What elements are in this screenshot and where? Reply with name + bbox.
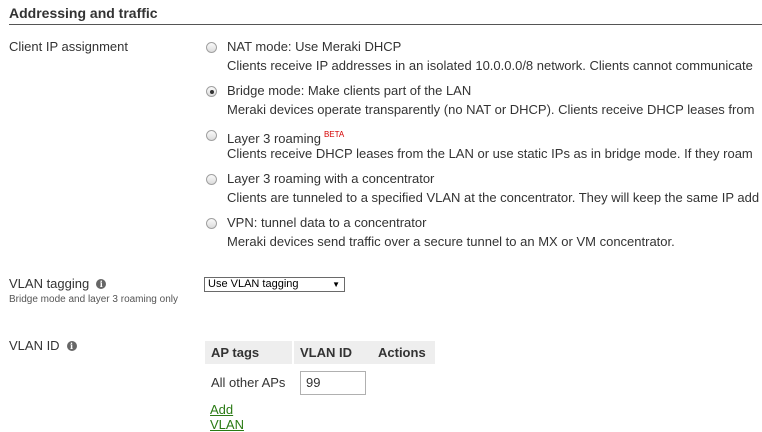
option-title: VPN: tunnel data to a concentrator — [227, 215, 427, 230]
vlan-id-label: VLAN ID i — [9, 338, 77, 353]
option-description: Clients receive DHCP leases from the LAN… — [227, 146, 753, 161]
column-header-vlan-id: VLAN ID — [294, 341, 373, 364]
vlan-tagging-sublabel: Bridge mode and layer 3 roaming only — [9, 294, 178, 305]
radio-nat-mode[interactable] — [206, 42, 217, 53]
beta-badge: BETA — [323, 130, 345, 139]
column-header-ap-tags: AP tags — [205, 341, 292, 364]
option-vpn-tunnel[interactable]: VPN: tunnel data to a concentrator Merak… — [206, 214, 762, 258]
option-description: Clients are tunneled to a specified VLAN… — [227, 190, 760, 205]
radio-layer3-roaming[interactable] — [206, 130, 217, 141]
radio-bridge-mode[interactable] — [206, 86, 217, 97]
option-title-text: Layer 3 roaming — [227, 131, 321, 146]
add-vlan-link[interactable]: Add VLAN — [210, 402, 244, 432]
client-ip-options: NAT mode: Use Meraki DHCP Clients receiv… — [206, 38, 762, 258]
radio-layer3-roaming-concentrator[interactable] — [206, 174, 217, 185]
option-title: Bridge mode: Make clients part of the LA… — [227, 83, 472, 98]
radio-vpn-tunnel[interactable] — [206, 218, 217, 229]
option-title: Layer 3 roaming with a concentrator — [227, 171, 435, 186]
vlan-tagging-label-text: VLAN tagging — [9, 276, 90, 291]
dropdown-arrow-icon: ▼ — [332, 280, 340, 289]
ap-tags-cell: All other APs — [211, 375, 286, 390]
section-header: Addressing and traffic — [9, 4, 762, 25]
option-description: Meraki devices operate transparently (no… — [227, 102, 755, 117]
vlan-tagging-label: VLAN tagging i — [9, 276, 107, 291]
vlan-id-input[interactable]: 99 — [300, 371, 366, 395]
option-layer3-roaming-concentrator[interactable]: Layer 3 roaming with a concentrator Clie… — [206, 170, 762, 214]
option-layer3-roaming[interactable]: Layer 3 roaming BETA Clients receive DHCP… — [206, 126, 762, 170]
info-icon[interactable]: i — [66, 341, 77, 351]
option-title: NAT mode: Use Meraki DHCP — [227, 39, 402, 54]
vlan-tagging-selected-value: Use VLAN tagging — [208, 278, 299, 290]
option-nat-mode[interactable]: NAT mode: Use Meraki DHCP Clients receiv… — [206, 38, 762, 82]
vlan-id-label-text: VLAN ID — [9, 338, 60, 353]
section-title: Addressing and traffic — [9, 5, 158, 21]
option-description: Meraki devices send traffic over a secur… — [227, 234, 675, 249]
info-icon[interactable]: i — [96, 279, 107, 289]
client-ip-assignment-label: Client IP assignment — [9, 39, 128, 54]
option-description: Clients receive IP addresses in an isola… — [227, 58, 753, 73]
vlan-tagging-select[interactable]: Use VLAN tagging ▼ — [204, 277, 345, 292]
option-bridge-mode[interactable]: Bridge mode: Make clients part of the LA… — [206, 82, 762, 126]
column-header-actions: Actions — [372, 341, 435, 364]
